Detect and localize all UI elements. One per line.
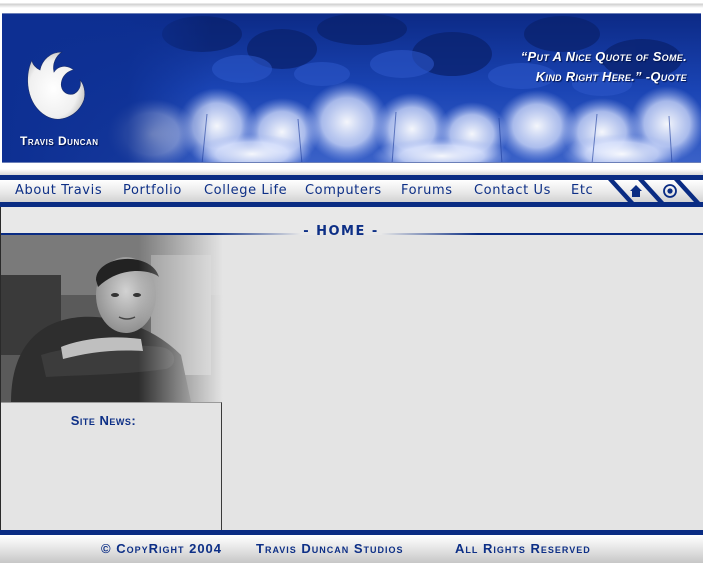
nav-item-portfolio[interactable]: Portfolio [123,180,182,202]
logo-icon [27,51,86,120]
target-icon[interactable] [662,183,678,199]
site-news-title: Site News: [70,413,137,428]
quote-line-2: Kind Right Here.” -Quote [535,69,687,84]
page-title: - HOME - [303,224,379,239]
nav-item-computers[interactable]: Computers [305,180,382,202]
nav-item-etc[interactable]: Etc [571,180,593,202]
title-bar: - HOME - [1,207,703,239]
home-icon[interactable] [628,183,644,199]
nav-strip: About Travis Portfolio College Life Comp… [0,180,703,202]
nav-end-decoration [608,180,700,202]
nav-item-contact-us[interactable]: Contact Us [474,180,551,202]
header: Travis Duncan “Put A Nice Quote of Some.… [0,0,703,175]
footer: © CopyRight 2004 Travis Duncan Studios A… [0,530,703,563]
footer-copyright: © CopyRight 2004 [101,541,223,556]
header-banner: Travis Duncan “Put A Nice Quote of Some.… [2,13,701,163]
site-name: Travis Duncan [20,134,99,148]
profile-photo [1,235,223,402]
portrait-image [1,235,223,402]
main-content: - HOME - Site News: [0,207,703,530]
footer-rights: All Rights Reserved [455,541,591,556]
nav-item-college-life[interactable]: College Life [204,180,287,202]
nav-bar: About Travis Portfolio College Life Comp… [0,175,703,207]
header-divider [0,163,703,175]
footer-studio: Travis Duncan Studios [256,541,404,556]
nav-item-forums[interactable]: Forums [401,180,453,202]
site-news-panel: Site News: [1,402,222,530]
quote-line-1: “Put A Nice Quote of Some. [520,49,687,64]
footer-strip: © CopyRight 2004 Travis Duncan Studios A… [0,535,703,563]
header-quote: “Put A Nice Quote of Some. Kind Right He… [482,47,687,87]
title-rule-right [381,233,703,235]
nav-item-about-travis[interactable]: About Travis [15,180,102,202]
